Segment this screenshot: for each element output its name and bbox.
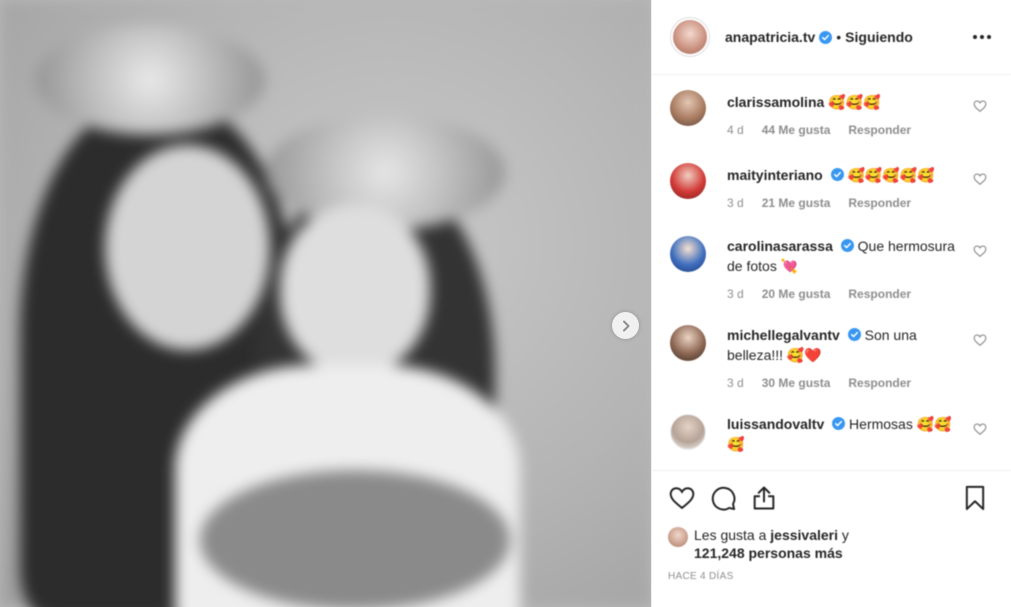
heart-icon[interactable] [973,422,987,436]
post-date[interactable]: HACE 4 DÍAS [668,571,995,582]
comment-time[interactable]: 3 d [727,196,744,210]
comment-text-continued: de fotos 💘 [727,258,799,274]
comment-likes[interactable]: 20 Me gusta [762,287,831,301]
post-side-panel: anapatricia.tv • Siguiendo clarissamolin… [651,0,1011,607]
more-icon [973,35,977,39]
comment-item: michellegalvantv Son una belleza!!! 🥰❤️ … [669,325,1011,390]
liker-avatar[interactable] [668,527,688,547]
comment-text: Que hermosura [857,238,955,254]
reply-button[interactable]: Responder [848,123,911,137]
liker-username[interactable]: jessivaleri [770,527,838,543]
share-icon[interactable] [750,484,778,512]
comment-username[interactable]: clarissamolina [727,94,824,110]
comment-text: 🥰🥰🥰🥰🥰 [847,167,935,183]
comment-text-continued: belleza!!! 🥰❤️ [727,347,822,363]
post-photo[interactable] [0,0,651,607]
comment-username[interactable]: michellegalvantv [727,327,840,343]
verified-icon [819,30,833,44]
heart-icon[interactable] [973,333,987,347]
comment-text-continued: 🥰 [727,436,745,452]
comment-time[interactable]: 3 d [727,287,744,301]
post-header: anapatricia.tv • Siguiendo [652,0,1011,75]
heart-icon[interactable] [973,99,987,113]
likes-summary: Les gusta a jessivaleri y 121,248 person… [668,526,995,562]
comment-time[interactable]: 4 d [727,123,744,137]
comment-icon[interactable] [709,484,737,512]
comment-item: luissandovaltv Hermosas 🥰🥰 🥰 [669,414,1011,454]
comment-likes[interactable]: 21 Me gusta [762,196,831,210]
reply-button[interactable]: Responder [848,376,911,390]
likes-prefix: Les gusta a [694,527,767,543]
heart-icon[interactable] [973,172,987,186]
action-bar [668,483,995,513]
comment-text: Hermosas 🥰🥰 [849,416,952,432]
reply-button[interactable]: Responder [848,287,911,301]
comment-username[interactable]: luissandovaltv [727,416,824,432]
comment-time[interactable]: 3 d [727,376,744,390]
heart-icon[interactable] [973,244,987,258]
following-button[interactable]: Siguiendo [845,29,913,45]
author-username[interactable]: anapatricia.tv [725,29,815,45]
commenter-avatar[interactable] [670,163,706,199]
comment-likes[interactable]: 44 Me gusta [762,123,831,137]
heart-icon[interactable] [668,484,696,512]
commenter-avatar[interactable] [670,236,706,272]
bookmark-icon[interactable] [961,484,989,512]
author-avatar[interactable] [671,18,709,56]
verified-icon [840,239,854,252]
comment-item: maityinteriano 🥰🥰🥰🥰🥰 3 d 21 Me gusta Res… [669,163,1011,210]
comment-text: Son una [864,327,917,343]
comment-item: carolinasarassa Que hermosura de fotos 💘… [669,236,1011,301]
likes-suffix: y [841,527,849,543]
comment-username[interactable]: maityinteriano [727,167,823,183]
commenter-avatar[interactable] [670,325,706,361]
verified-icon [847,328,861,341]
photo-image [0,0,651,607]
comments-list[interactable]: clarissamolina 🥰🥰🥰 4 d 44 Me gusta Respo… [652,76,1011,470]
likes-count-suffix[interactable]: personas más [749,545,843,561]
verified-icon [832,417,846,430]
likes-count[interactable]: 121,248 [694,545,745,561]
reply-button[interactable]: Responder [848,196,911,210]
comment-username[interactable]: carolinasarassa [727,238,833,254]
post-actions-area: Les gusta a jessivaleri y 121,248 person… [652,470,1011,607]
more-options-button[interactable] [973,31,991,43]
chevron-right-icon [622,320,629,331]
commenter-avatar[interactable] [670,90,706,126]
separator-dot: • [836,29,842,45]
commenter-avatar[interactable] [670,414,706,450]
verified-icon [830,168,844,181]
comment-item: clarissamolina 🥰🥰🥰 4 d 44 Me gusta Respo… [669,90,1011,137]
comment-likes[interactable]: 30 Me gusta [762,376,831,390]
next-photo-button[interactable] [612,312,639,339]
comment-text: 🥰🥰🥰 [828,94,881,110]
